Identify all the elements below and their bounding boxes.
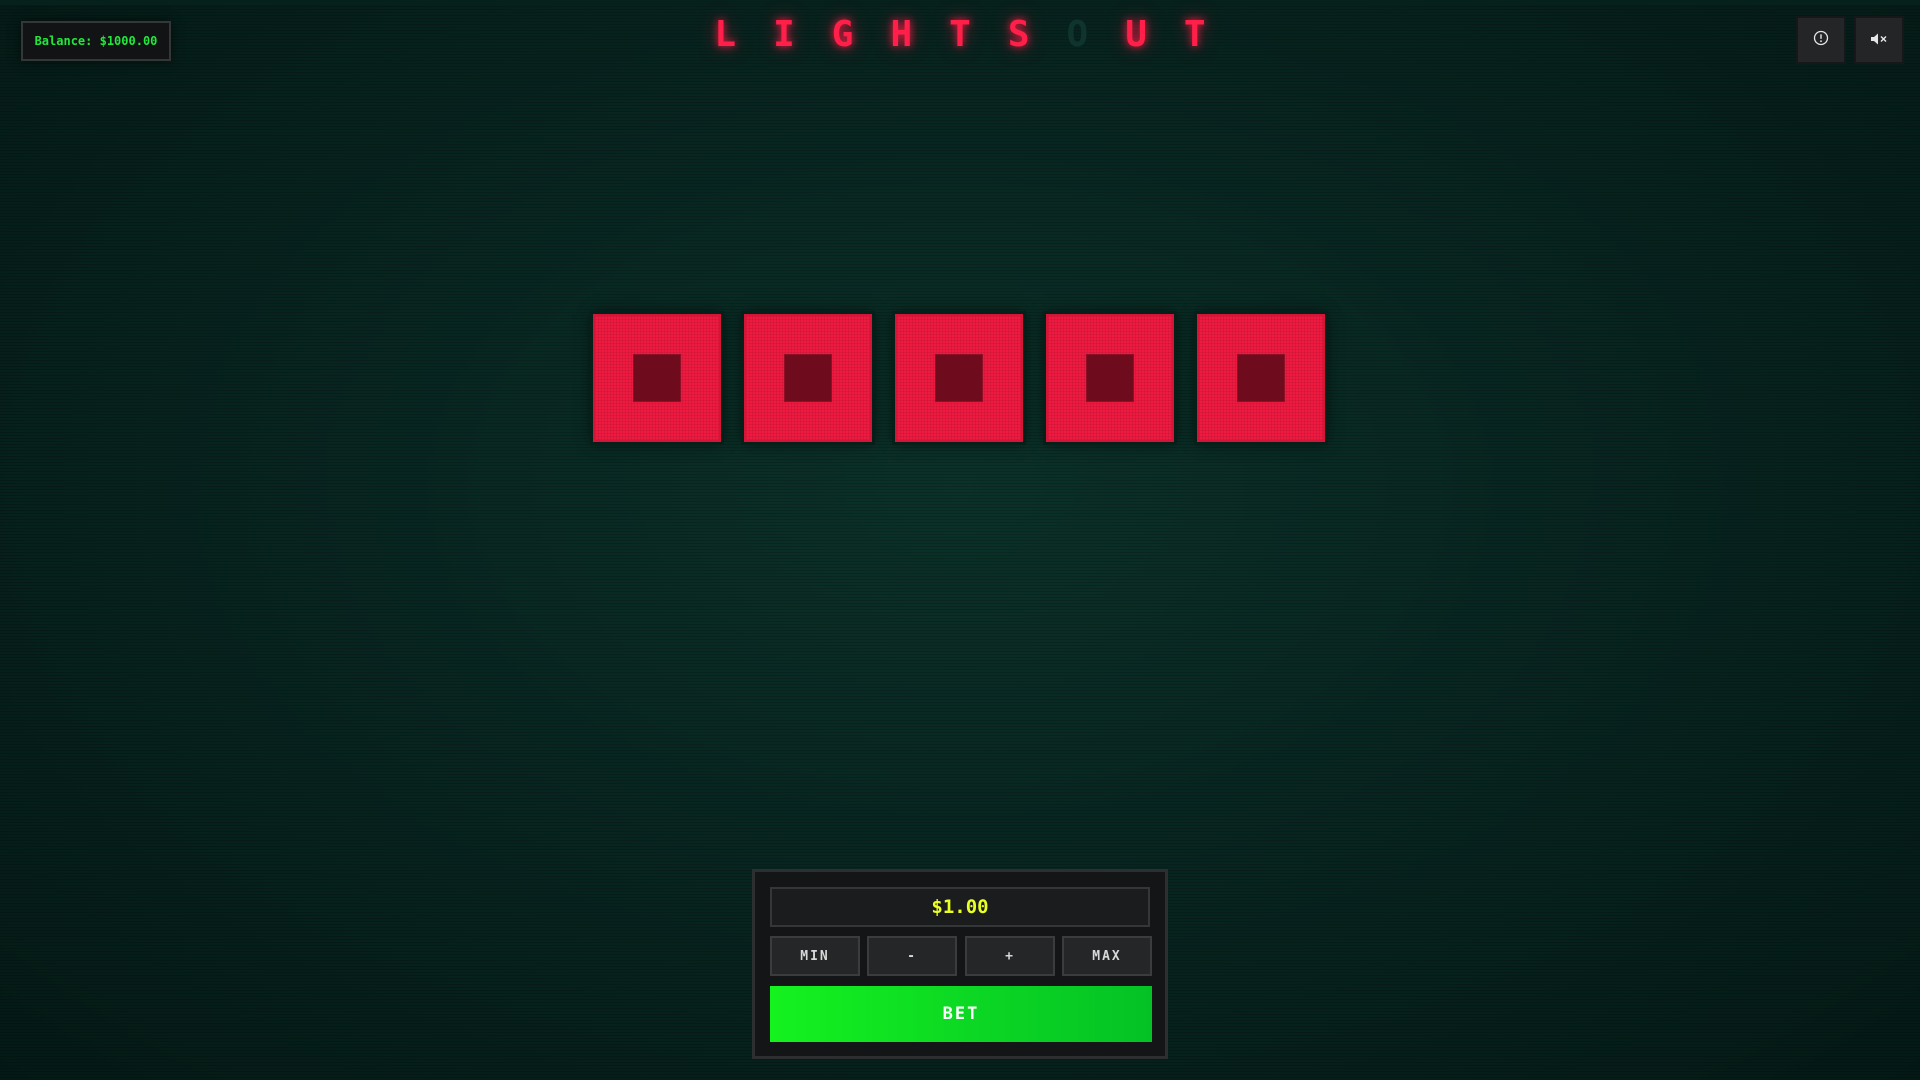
title-letter: T bbox=[1183, 14, 1206, 55]
light-core bbox=[1237, 354, 1285, 402]
light-tile[interactable] bbox=[895, 314, 1023, 442]
max-bet-button[interactable]: MAX bbox=[1062, 936, 1152, 976]
decrease-bet-button[interactable]: - bbox=[867, 936, 957, 976]
light-tile[interactable] bbox=[744, 314, 872, 442]
light-core bbox=[935, 354, 983, 402]
bet-panel: $1.00 MIN - + MAX BET bbox=[752, 869, 1168, 1059]
light-tile[interactable] bbox=[593, 314, 721, 442]
title-letter-unlit: O bbox=[1066, 14, 1089, 55]
title-letter: H bbox=[890, 14, 913, 55]
game-title: L I G H T S O U T bbox=[0, 14, 1920, 55]
title-letter: I bbox=[773, 14, 795, 55]
title-letter: S bbox=[1007, 14, 1030, 55]
bet-amount-value: $1.00 bbox=[931, 896, 989, 918]
title-letter: T bbox=[949, 14, 971, 55]
info-button[interactable] bbox=[1796, 16, 1846, 64]
light-core bbox=[784, 354, 832, 402]
info-icon bbox=[1813, 30, 1829, 50]
light-tile[interactable] bbox=[1046, 314, 1174, 442]
bet-amount-display: $1.00 bbox=[770, 887, 1150, 927]
light-core bbox=[1086, 354, 1134, 402]
top-edge-bar bbox=[0, 0, 1920, 5]
lights-row bbox=[593, 314, 1329, 442]
increase-bet-button[interactable]: + bbox=[965, 936, 1055, 976]
title-letter: L bbox=[714, 14, 737, 55]
mute-button[interactable] bbox=[1854, 16, 1904, 64]
title-letter: U bbox=[1125, 14, 1147, 55]
bet-button[interactable]: BET bbox=[770, 986, 1152, 1042]
speaker-muted-icon bbox=[1870, 31, 1888, 50]
title-letter: G bbox=[831, 14, 854, 55]
light-core bbox=[633, 354, 681, 402]
light-tile[interactable] bbox=[1197, 314, 1325, 442]
min-bet-button[interactable]: MIN bbox=[770, 936, 860, 976]
